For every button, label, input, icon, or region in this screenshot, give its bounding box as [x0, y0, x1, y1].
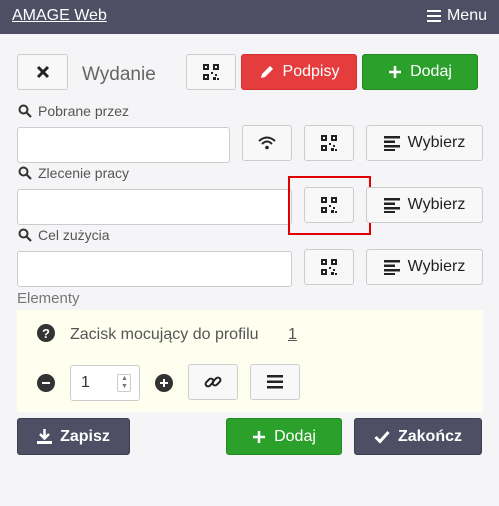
search-icon: [18, 104, 32, 118]
purpose-qr-button[interactable]: [304, 249, 354, 285]
wifi-button[interactable]: [242, 125, 292, 161]
header-add-label: Dodaj: [410, 63, 452, 80]
download-icon: [37, 429, 53, 444]
plus-circle-icon[interactable]: [155, 374, 173, 392]
plus-icon: [388, 65, 402, 79]
purpose-input[interactable]: [17, 251, 292, 287]
question-icon[interactable]: ?: [37, 324, 55, 342]
check-icon: [374, 430, 390, 444]
link-button[interactable]: [188, 364, 238, 400]
top-bar: AMAGE Web Menu: [0, 0, 499, 34]
header-qr-button[interactable]: [186, 54, 236, 90]
purpose-label-text: Cel zużycia: [38, 227, 110, 243]
element-name: Zacisk mocujący do profilu: [70, 326, 259, 343]
wifi-icon: [258, 136, 276, 150]
work-order-select-label: Wybierz: [407, 196, 466, 213]
collected-by-qr-button[interactable]: [304, 125, 354, 161]
work-order-input[interactable]: [17, 189, 292, 225]
highlight-box: [288, 176, 371, 235]
signatures-button[interactable]: Podpisy: [241, 54, 357, 90]
collected-by-select-button[interactable]: Wybierz: [366, 125, 483, 161]
search-icon: [18, 228, 32, 242]
search-icon: [18, 166, 32, 180]
collected-by-label-text: Pobrane przez: [38, 103, 130, 119]
close-button[interactable]: [17, 54, 68, 90]
finish-button[interactable]: Zakończ: [354, 418, 482, 455]
work-order-select-button[interactable]: Wybierz: [366, 187, 483, 223]
signatures-label: Podpisy: [282, 63, 340, 80]
brand-link[interactable]: AMAGE Web: [12, 7, 107, 25]
minus-circle-icon[interactable]: [37, 374, 55, 392]
page-title: Wydanie: [82, 64, 156, 85]
link-icon: [204, 373, 222, 391]
element-count-link[interactable]: 1: [288, 326, 297, 344]
collected-by-select-label: Wybierz: [407, 134, 466, 151]
elements-section-label: Elementy: [17, 290, 80, 307]
hamburger-icon: [426, 10, 441, 22]
purpose-select-label: Wybierz: [407, 258, 466, 275]
work-order-label-text: Zlecenie pracy: [38, 165, 130, 181]
plus-icon: [252, 430, 266, 444]
purpose-select-button[interactable]: Wybierz: [366, 249, 483, 285]
footer-add-label: Dodaj: [274, 427, 316, 445]
stepper-arrows[interactable]: ▲ ▼: [117, 374, 131, 392]
header-add-button[interactable]: Dodaj: [362, 54, 478, 90]
menu-button[interactable]: Menu: [426, 7, 487, 25]
qr-code-icon: [321, 135, 337, 151]
list-icon: [383, 135, 400, 151]
chevron-down-icon[interactable]: ▼: [121, 383, 128, 391]
list-icon: [383, 197, 400, 213]
options-button[interactable]: [250, 364, 300, 400]
quantity-value: 1: [81, 374, 90, 391]
bars-icon: [267, 375, 283, 389]
pencil-icon: [259, 64, 275, 80]
save-label: Zapisz: [60, 427, 110, 445]
menu-label: Menu: [446, 7, 487, 24]
chevron-up-icon[interactable]: ▲: [121, 375, 128, 383]
collected-by-label: Pobrane przez: [18, 103, 129, 119]
finish-label: Zakończ: [397, 427, 462, 445]
close-icon: [36, 65, 50, 79]
footer-add-button[interactable]: Dodaj: [226, 418, 342, 455]
list-icon: [383, 259, 400, 275]
qr-code-icon: [321, 259, 337, 275]
collected-by-input[interactable]: [17, 127, 230, 163]
purpose-label: Cel zużycia: [18, 227, 110, 243]
quantity-stepper[interactable]: 1 ▲ ▼: [70, 365, 140, 401]
qr-code-icon: [203, 64, 219, 80]
work-order-label: Zlecenie pracy: [18, 165, 129, 181]
save-button[interactable]: Zapisz: [17, 418, 130, 455]
